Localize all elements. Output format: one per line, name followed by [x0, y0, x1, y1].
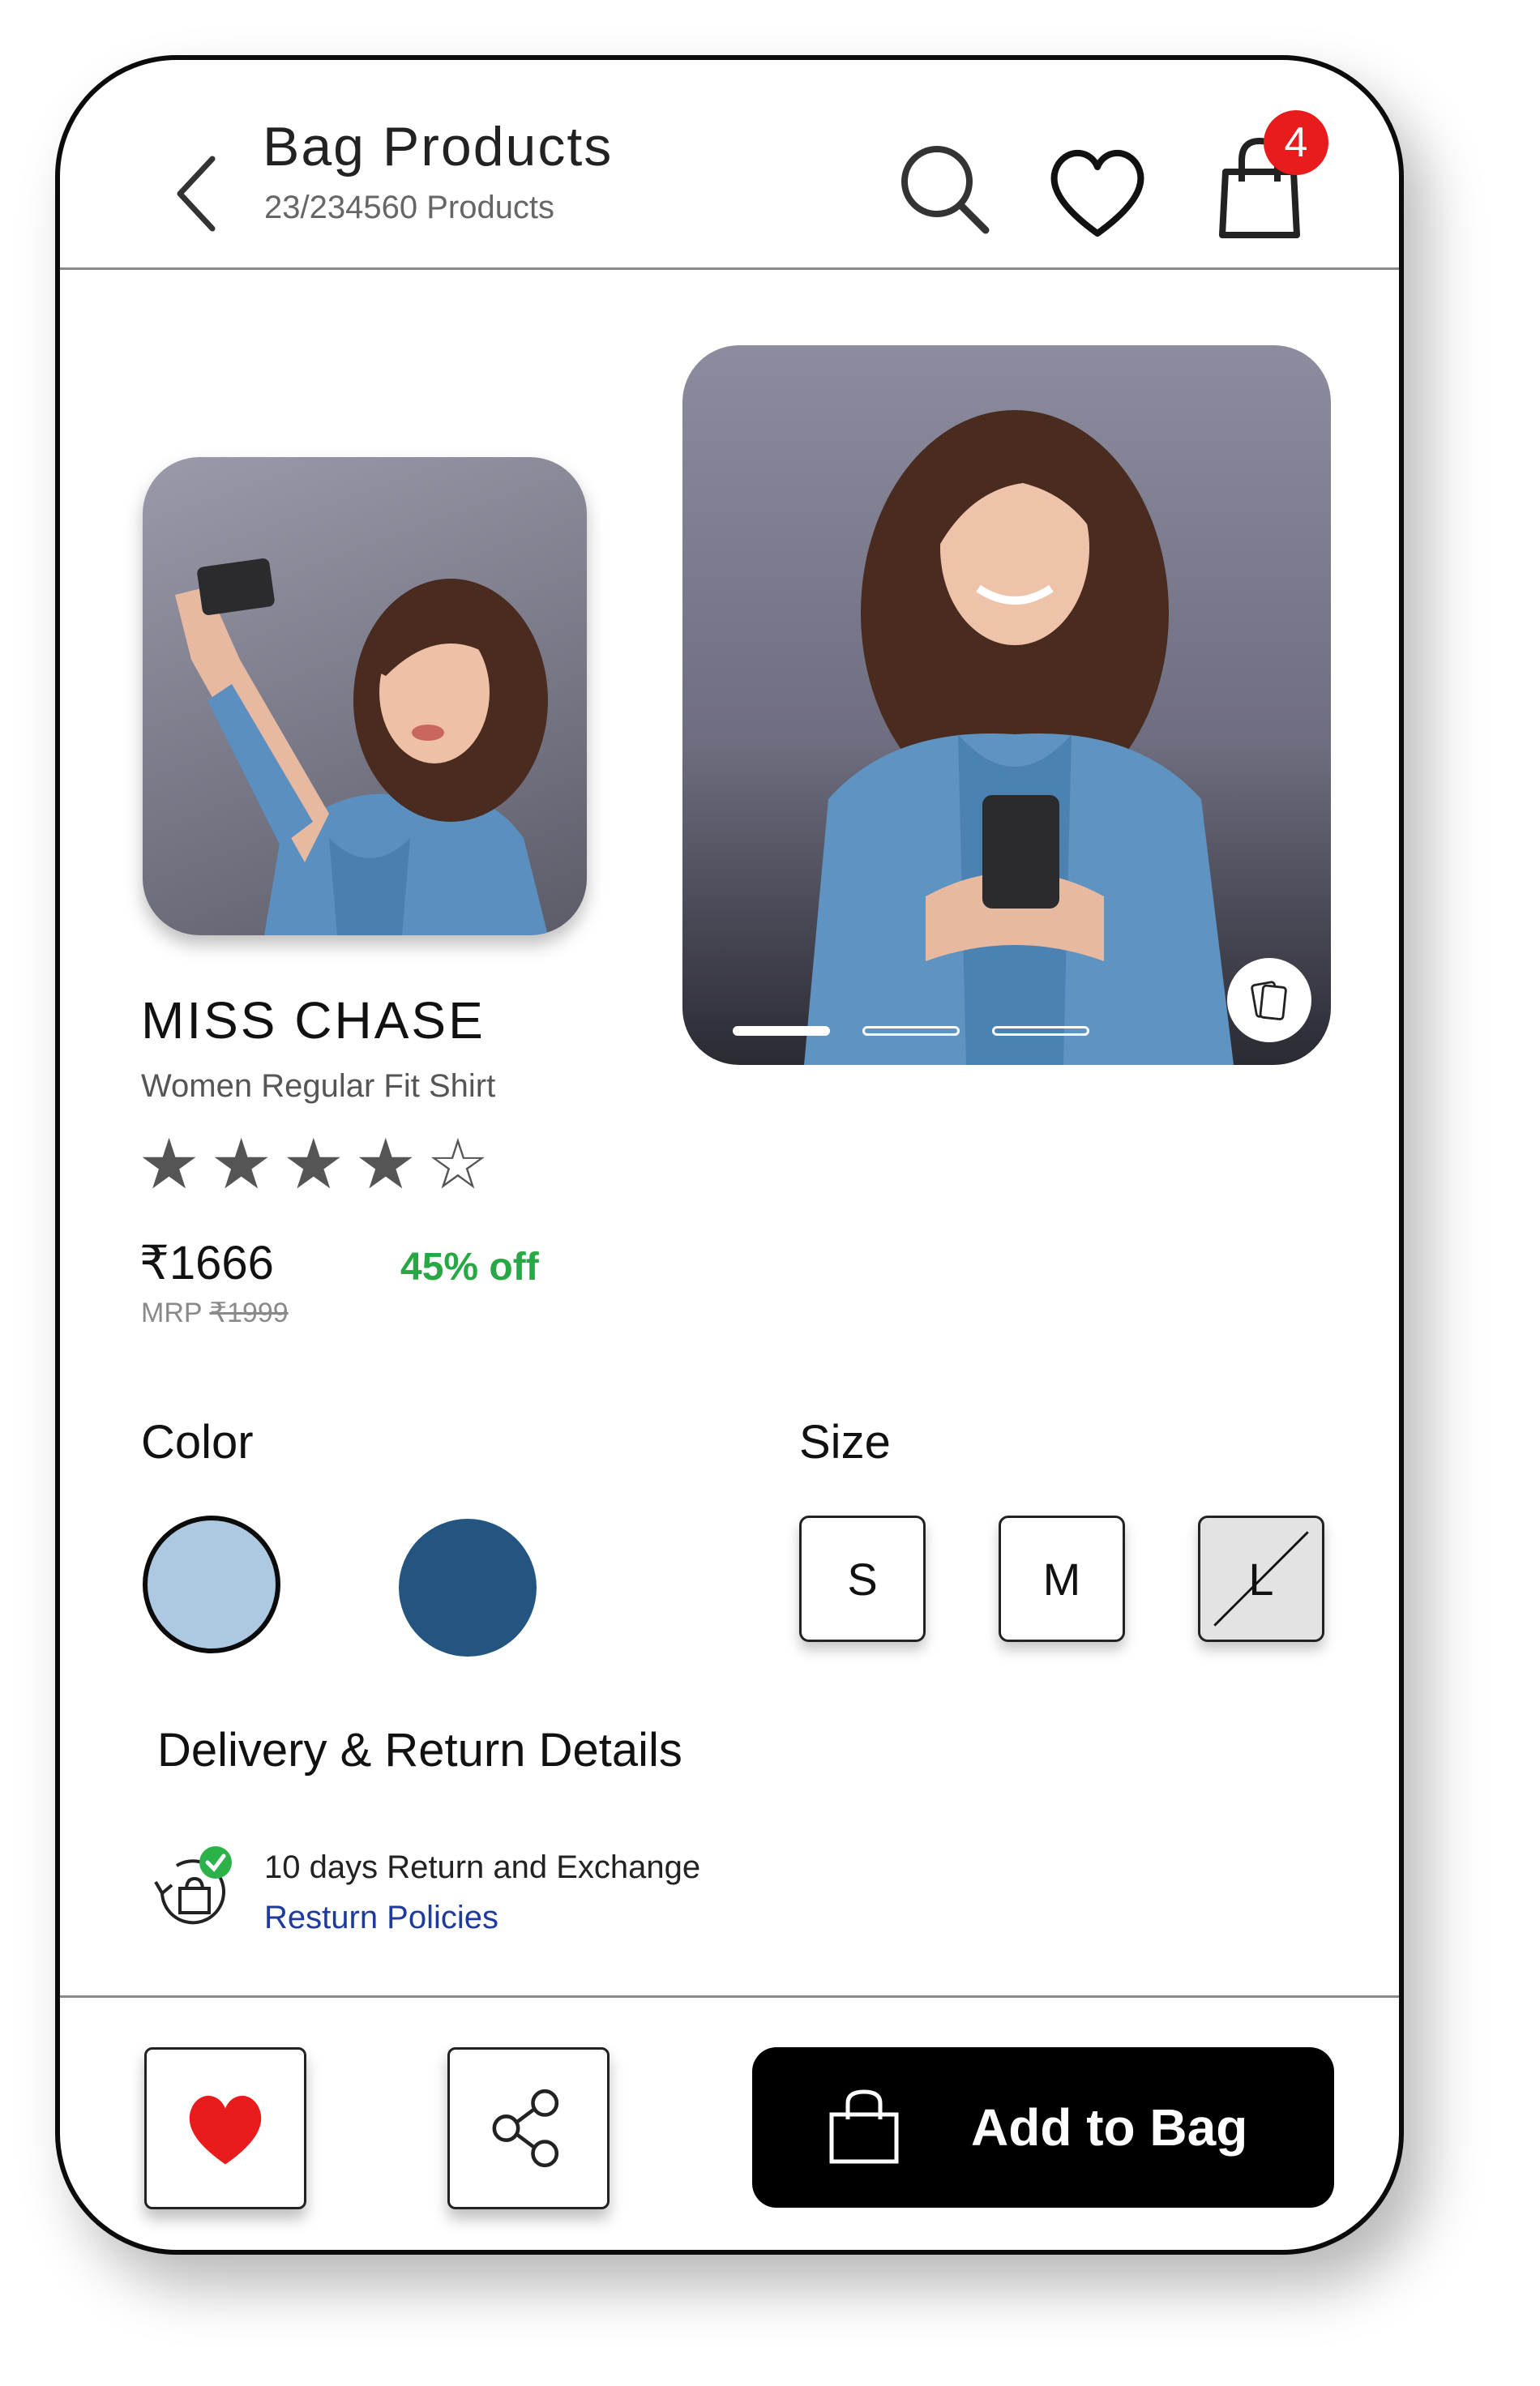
filled-heart-icon [189, 2095, 262, 2165]
add-to-bag-label: Add to Bag [971, 2098, 1248, 2157]
unavailable-slash [1213, 1531, 1309, 1627]
share-icon [492, 2089, 559, 2168]
mrp-label: MRP [141, 1298, 202, 1328]
mrp-price: MRP ₹1999 [141, 1297, 289, 1329]
add-to-bag-button[interactable]: Add to Bag [752, 2047, 1334, 2208]
product-thumbnail-image[interactable] [143, 457, 587, 935]
size-label: Size [799, 1416, 891, 1469]
delivery-section-title: Delivery & Return Details [157, 1724, 682, 1777]
color-label: Color [141, 1416, 254, 1469]
product-main-image[interactable] [682, 345, 1331, 1065]
product-count: 23/234560 Products [264, 190, 555, 225]
thumbnail-photo-illustration [175, 558, 548, 935]
gallery-indicator-2[interactable] [862, 1026, 960, 1036]
gallery-indicator-1[interactable] [733, 1026, 830, 1036]
gallery-indicator-3[interactable] [992, 1026, 1089, 1036]
return-policies-link[interactable]: Resturn Policies [264, 1900, 498, 1936]
back-arrow-icon[interactable] [165, 149, 230, 238]
size-option-m[interactable]: M [999, 1516, 1125, 1642]
bag-icon [829, 2089, 899, 2164]
wishlist-heart-icon[interactable] [1041, 135, 1154, 248]
brand-name: MISS CHASE [141, 991, 486, 1050]
size-option-s[interactable]: S [799, 1516, 926, 1642]
discount-label: 45% off [400, 1246, 539, 1289]
header-divider [60, 267, 1399, 270]
product-price: ₹1666 [139, 1237, 274, 1289]
gallery-view-button[interactable] [1227, 958, 1311, 1042]
color-swatch-light-blue[interactable] [143, 1516, 280, 1653]
page-title: Bag Products [263, 116, 614, 177]
color-swatch-dark-blue[interactable] [399, 1519, 537, 1657]
size-option-l[interactable]: L [1198, 1516, 1324, 1642]
add-to-wishlist-button[interactable] [144, 2047, 306, 2209]
phone-frame: Bag Products 23/234560 Products 4 MISS C… [55, 55, 1404, 2255]
search-icon[interactable] [887, 131, 1000, 245]
product-name: Women Regular Fit Shirt [141, 1068, 496, 1104]
share-button[interactable] [447, 2047, 610, 2209]
mrp-value: ₹1999 [209, 1298, 289, 1328]
gallery-icon [1251, 981, 1287, 1020]
main-photo-illustration [804, 410, 1234, 1065]
footer-divider [60, 1995, 1399, 1998]
rating-stars: ★★★★☆ [138, 1126, 499, 1204]
cart-count-badge: 4 [1264, 110, 1328, 175]
return-policy-text: 10 days Return and Exchange [264, 1849, 701, 1885]
return-exchange-icon [144, 1843, 242, 1940]
